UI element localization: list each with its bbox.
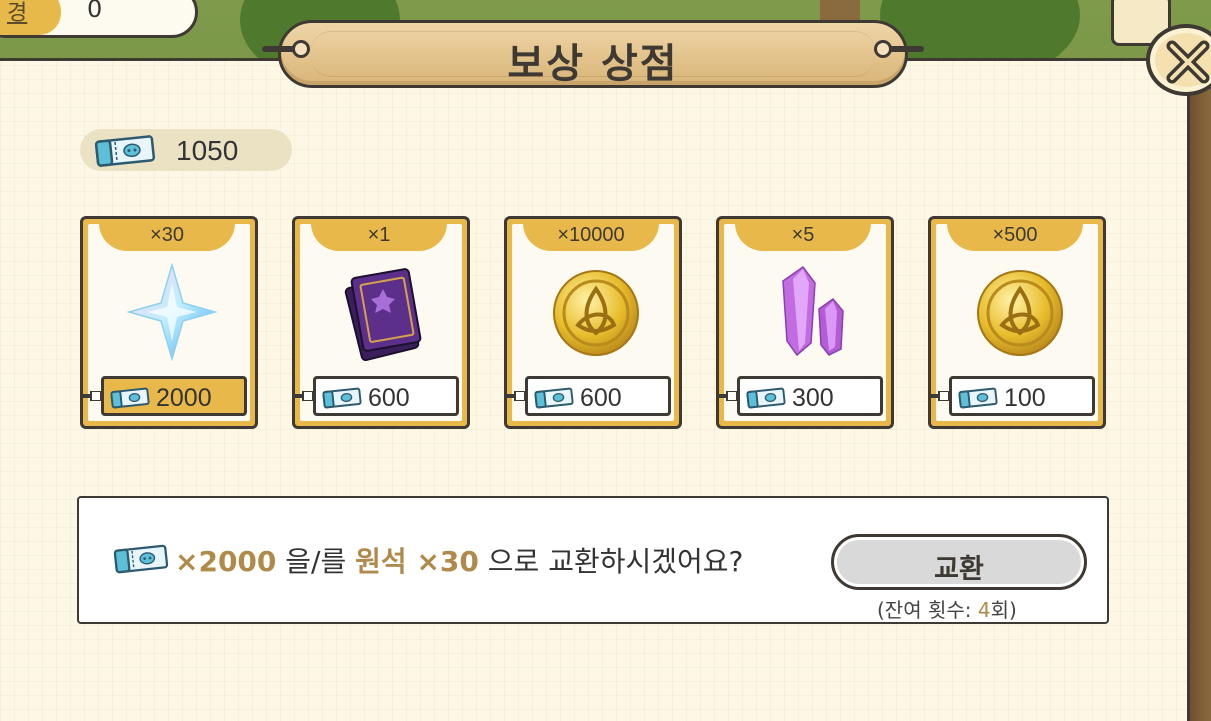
top-stat-pill: 경 0 <box>0 0 198 38</box>
top-stat-label: 경 <box>7 1 28 26</box>
price-tag: 600 <box>313 376 459 416</box>
quantity-tab: ×1 <box>311 219 447 251</box>
gold-coin-icon <box>975 263 1065 361</box>
price-tag: 600 <box>525 376 671 416</box>
tag-connector-icon <box>717 391 738 401</box>
currency-display: 1050 <box>80 129 292 171</box>
ticket-icon <box>110 386 150 414</box>
item-price: 2000 <box>156 384 212 412</box>
currency-amount: 1050 <box>176 135 239 166</box>
item-quantity: ×30 <box>150 224 184 246</box>
quantity-tab: ×10000 <box>523 219 659 251</box>
purple-book-icon <box>339 263 429 362</box>
remaining-prefix: (잔여 횟수: <box>877 598 978 622</box>
shop-item-card[interactable]: ×10000 600 <box>504 216 682 429</box>
quantity-tab: ×5 <box>735 219 871 251</box>
shop-item-card[interactable]: ×5 300 <box>716 216 894 429</box>
exchange-question: 으로 교환하시겠어요? <box>487 545 744 578</box>
price-tag: 100 <box>949 376 1095 416</box>
item-price: 100 <box>1004 384 1046 412</box>
item-quantity: ×1 <box>367 224 391 246</box>
top-stat-label-tab: 경 <box>0 0 61 35</box>
remaining-count-text: (잔여 횟수: 4회) <box>877 594 1017 623</box>
price-tag: 2000 <box>101 376 247 416</box>
ticket-icon <box>534 386 574 414</box>
quantity-tab: ×30 <box>99 219 235 251</box>
ticket-icon <box>94 135 156 171</box>
title-banner: 보상 상점 <box>278 20 908 88</box>
exchange-confirm-box: ×2000 을/를 원석 ×30 으로 교환하시겠어요? 교환 (잔여 횟수: … <box>77 496 1109 624</box>
primogem-star-icon <box>126 262 218 362</box>
shop-item-card[interactable]: ×30 2000 <box>80 216 258 429</box>
gold-coin-icon <box>551 263 641 361</box>
item-price: 600 <box>580 384 622 412</box>
shop-item-card[interactable]: ×500 100 <box>928 216 1106 429</box>
page-title: 보상 상점 <box>507 41 679 87</box>
remaining-suffix: 회) <box>990 598 1017 622</box>
item-quantity: ×5 <box>791 224 815 246</box>
purple-crystal-icon <box>763 263 853 361</box>
ticket-icon <box>958 386 998 414</box>
ticket-icon <box>113 543 169 579</box>
item-quantity: ×10000 <box>557 224 625 246</box>
ticket-icon <box>746 386 786 414</box>
quantity-tab: ×500 <box>947 219 1083 251</box>
close-icon <box>1166 40 1210 84</box>
ticket-icon <box>322 386 362 414</box>
tag-connector-icon <box>505 391 526 401</box>
top-stat-value: 0 <box>87 0 103 23</box>
tag-connector-icon <box>293 391 314 401</box>
tag-connector-icon <box>81 391 102 401</box>
exchange-button-label: 교환 <box>934 554 984 585</box>
exchange-particle: 을/를 <box>285 545 347 578</box>
banner-knot-right <box>874 40 892 58</box>
item-price: 600 <box>368 384 410 412</box>
item-quantity: ×500 <box>992 224 1038 246</box>
item-price: 300 <box>792 384 834 412</box>
exchange-reward: 원석 ×30 <box>355 545 479 578</box>
exchange-button[interactable]: 교환 <box>831 534 1087 590</box>
tag-connector-icon <box>929 391 950 401</box>
exchange-cost: ×2000 <box>175 545 277 578</box>
price-tag: 300 <box>737 376 883 416</box>
remaining-count: 4 <box>977 598 991 622</box>
shop-item-card[interactable]: ×1 600 <box>292 216 470 429</box>
banner-knot-left <box>292 40 310 58</box>
shop-panel: 1050 ×30 2000 ×1 600 ×10000 600 ×5 300 ×500 100 ×… <box>0 58 1190 721</box>
exchange-message: ×2000 을/를 원석 ×30 으로 교환하시겠어요? <box>175 540 743 580</box>
